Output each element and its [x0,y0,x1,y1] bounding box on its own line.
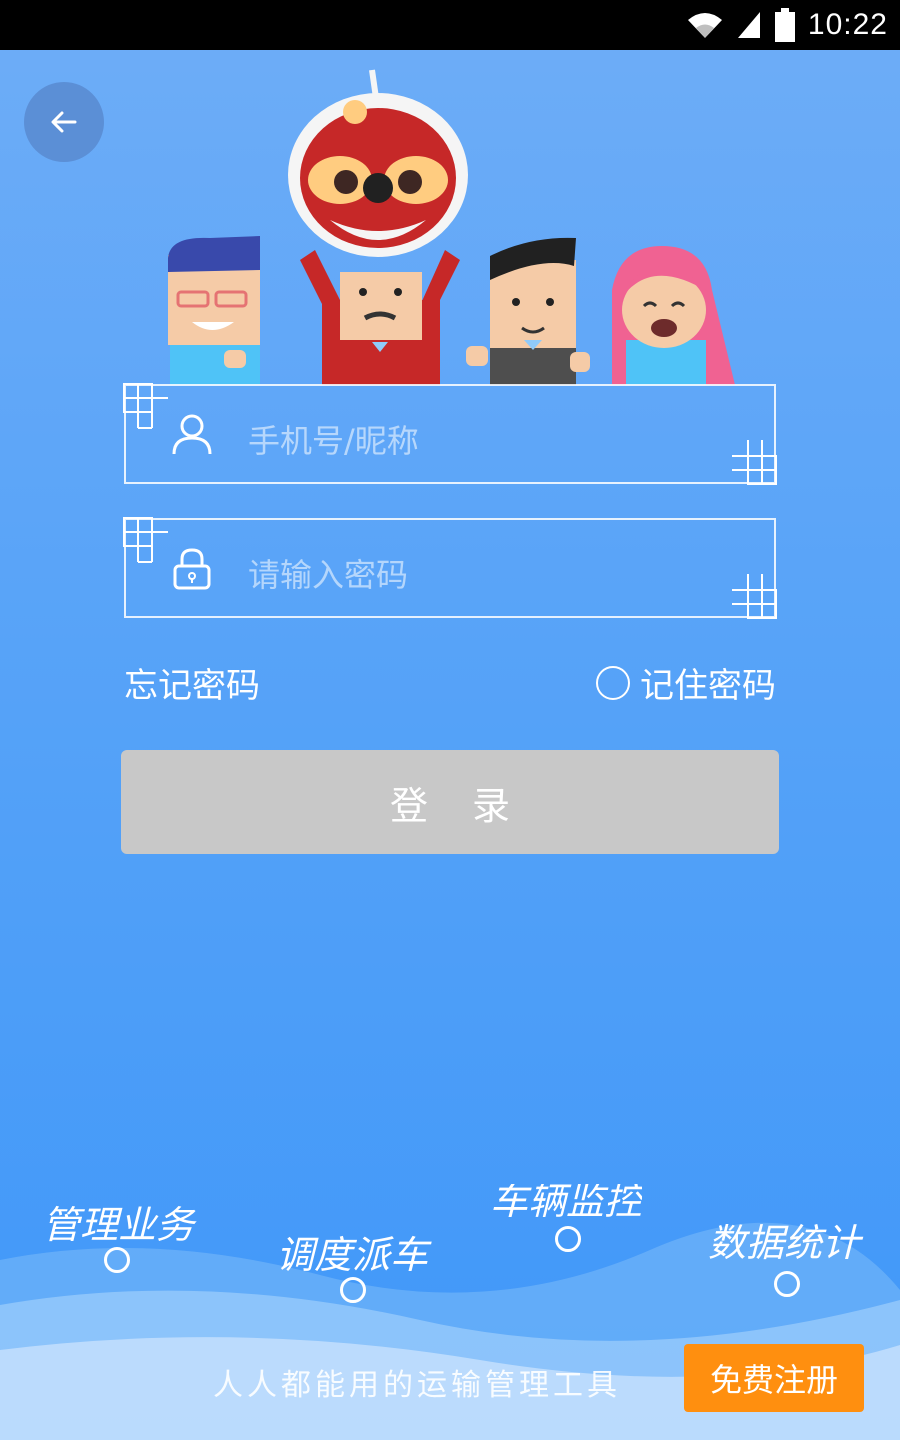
mascot-lion-dancer [288,69,468,385]
corner-ornament [732,574,777,619]
wifi-icon [687,13,722,38]
feature-dot [340,1277,366,1303]
mascot-suit-man [466,237,590,385]
signal-icon [737,12,760,38]
tagline: 人人都能用的运输管理工具 [213,1368,621,1403]
password-placeholder: 请输入密码 [248,556,409,594]
mascot-glasses-man [168,236,260,385]
username-placeholder: 手机号/昵称 [248,422,419,460]
feature-dot [104,1247,130,1273]
status-icons: 10:22 [686,0,888,50]
feature-label-manage: 管理业务 [42,1203,195,1247]
battery-icon [774,8,795,42]
back-button[interactable] [24,82,104,162]
remember-radio[interactable] [596,665,630,700]
corner-ornament [123,517,168,563]
feature-dot [774,1271,800,1297]
mascot-pink-girl [612,246,735,385]
corner-ornament [123,383,168,429]
remember-label: 记住密码 [640,666,776,706]
back-arrow-icon [51,111,77,133]
feature-label-dispatch: 调度派车 [276,1233,429,1277]
forgot-password-link[interactable]: 忘记密码 [124,658,260,707]
login-button[interactable]: 登录 [121,750,779,854]
status-time: 10:22 [807,8,888,41]
username-field[interactable]: 手机号/昵称 [123,383,777,485]
register-button[interactable]: 免费注册 [684,1344,864,1412]
lock-icon [173,548,211,590]
status-bar: 10:22 [0,0,900,50]
login-options-row: 忘记密码 记住密码 [124,652,776,707]
feature-dot [555,1226,581,1252]
mascot-illustration [168,69,735,385]
feature-label-monitor: 车辆监控 [490,1179,643,1223]
remember-password-toggle[interactable]: 记住密码 [596,658,776,707]
corner-ornament [732,440,777,485]
password-field[interactable]: 请输入密码 [123,517,777,619]
user-icon [172,414,212,455]
feature-label-statistics: 数据统计 [708,1221,861,1265]
